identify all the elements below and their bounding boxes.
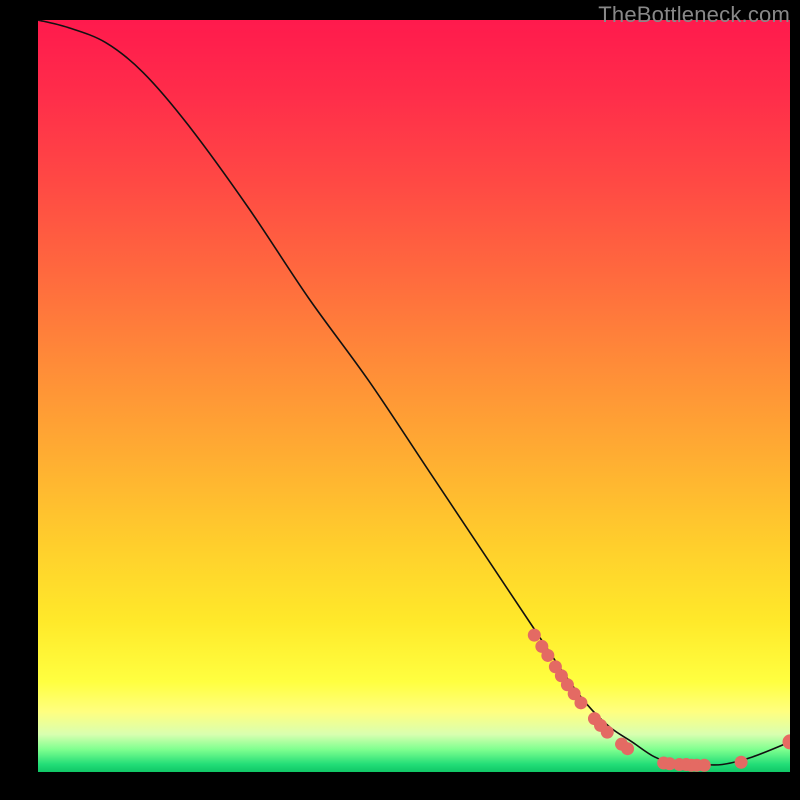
data-point [541,649,554,662]
chart-frame: TheBottleneck.com [0,0,800,800]
watermark-text: TheBottleneck.com [598,2,790,28]
data-point [783,734,791,749]
data-point [601,726,614,739]
marker-layer [528,629,790,772]
data-point [698,759,711,772]
data-point [621,742,634,755]
data-point [528,629,541,642]
data-point [735,756,748,769]
plot-area [38,20,790,772]
curve-layer [38,20,790,772]
data-point [574,696,587,709]
bottleneck-curve [38,20,790,765]
